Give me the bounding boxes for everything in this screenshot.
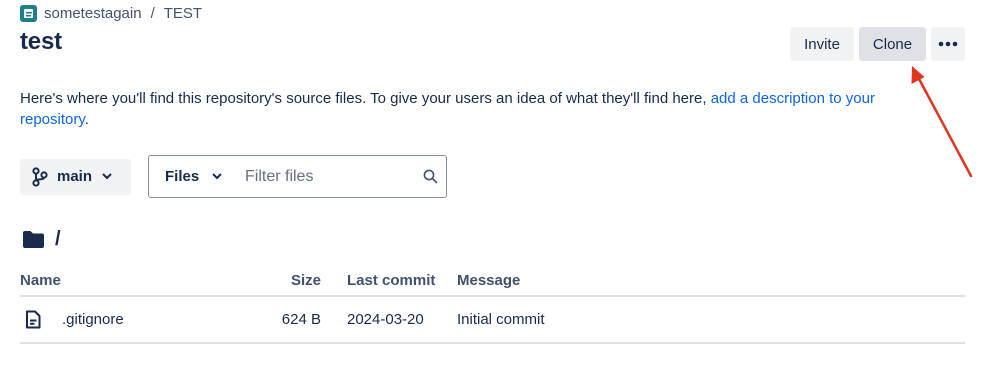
column-header-last-commit[interactable]: Last commit <box>321 266 457 297</box>
file-filter-box: Files <box>148 155 447 198</box>
files-type-select[interactable]: Files <box>149 168 245 185</box>
branch-name: main <box>57 168 93 185</box>
file-icon <box>26 310 41 329</box>
path-root[interactable]: / <box>55 228 61 251</box>
column-header-message[interactable]: Message <box>457 266 965 297</box>
branch-icon <box>32 166 48 187</box>
folder-icon <box>23 231 44 248</box>
description-text: Here's where you'll find this repository… <box>20 90 711 107</box>
breadcrumb-project-link[interactable]: sometestagain <box>44 5 142 22</box>
file-size-cell: 624 B <box>260 296 321 344</box>
commit-message-cell: Initial commit <box>457 296 965 344</box>
invite-button[interactable]: Invite <box>790 27 854 61</box>
file-table: Name Size Last commit Message .gitignore… <box>20 266 965 344</box>
filter-files-input[interactable] <box>245 167 415 186</box>
repo-description: Here's where you'll find this repository… <box>20 88 940 130</box>
breadcrumb-separator: / <box>150 5 155 22</box>
file-toolbar: main Files <box>20 155 447 198</box>
search-icon <box>423 169 438 184</box>
clone-button[interactable]: Clone <box>859 27 926 61</box>
more-horizontal-icon <box>938 41 958 47</box>
more-actions-button[interactable] <box>931 27 965 61</box>
chevron-down-icon <box>212 173 222 180</box>
files-select-label: Files <box>165 168 200 185</box>
page-title: test <box>20 28 62 55</box>
description-end: . <box>84 111 89 128</box>
table-header-row: Name Size Last commit Message <box>20 266 965 297</box>
repo-actions: Invite Clone <box>790 27 965 61</box>
file-link[interactable]: .gitignore <box>62 311 124 328</box>
column-header-name[interactable]: Name <box>20 266 260 297</box>
column-header-size[interactable]: Size <box>260 266 321 297</box>
table-row[interactable]: .gitignore 624 B 2024-03-20 Initial comm… <box>20 296 965 344</box>
current-path: / <box>22 228 61 251</box>
chevron-down-icon <box>102 173 112 180</box>
last-commit-cell: 2024-03-20 <box>321 296 457 344</box>
project-avatar-icon[interactable] <box>20 5 37 22</box>
breadcrumb-repo-link[interactable]: TEST <box>164 5 202 22</box>
file-name-cell: .gitignore <box>20 296 260 344</box>
branch-selector[interactable]: main <box>20 158 131 195</box>
breadcrumb: sometestagain / TEST <box>20 5 202 22</box>
